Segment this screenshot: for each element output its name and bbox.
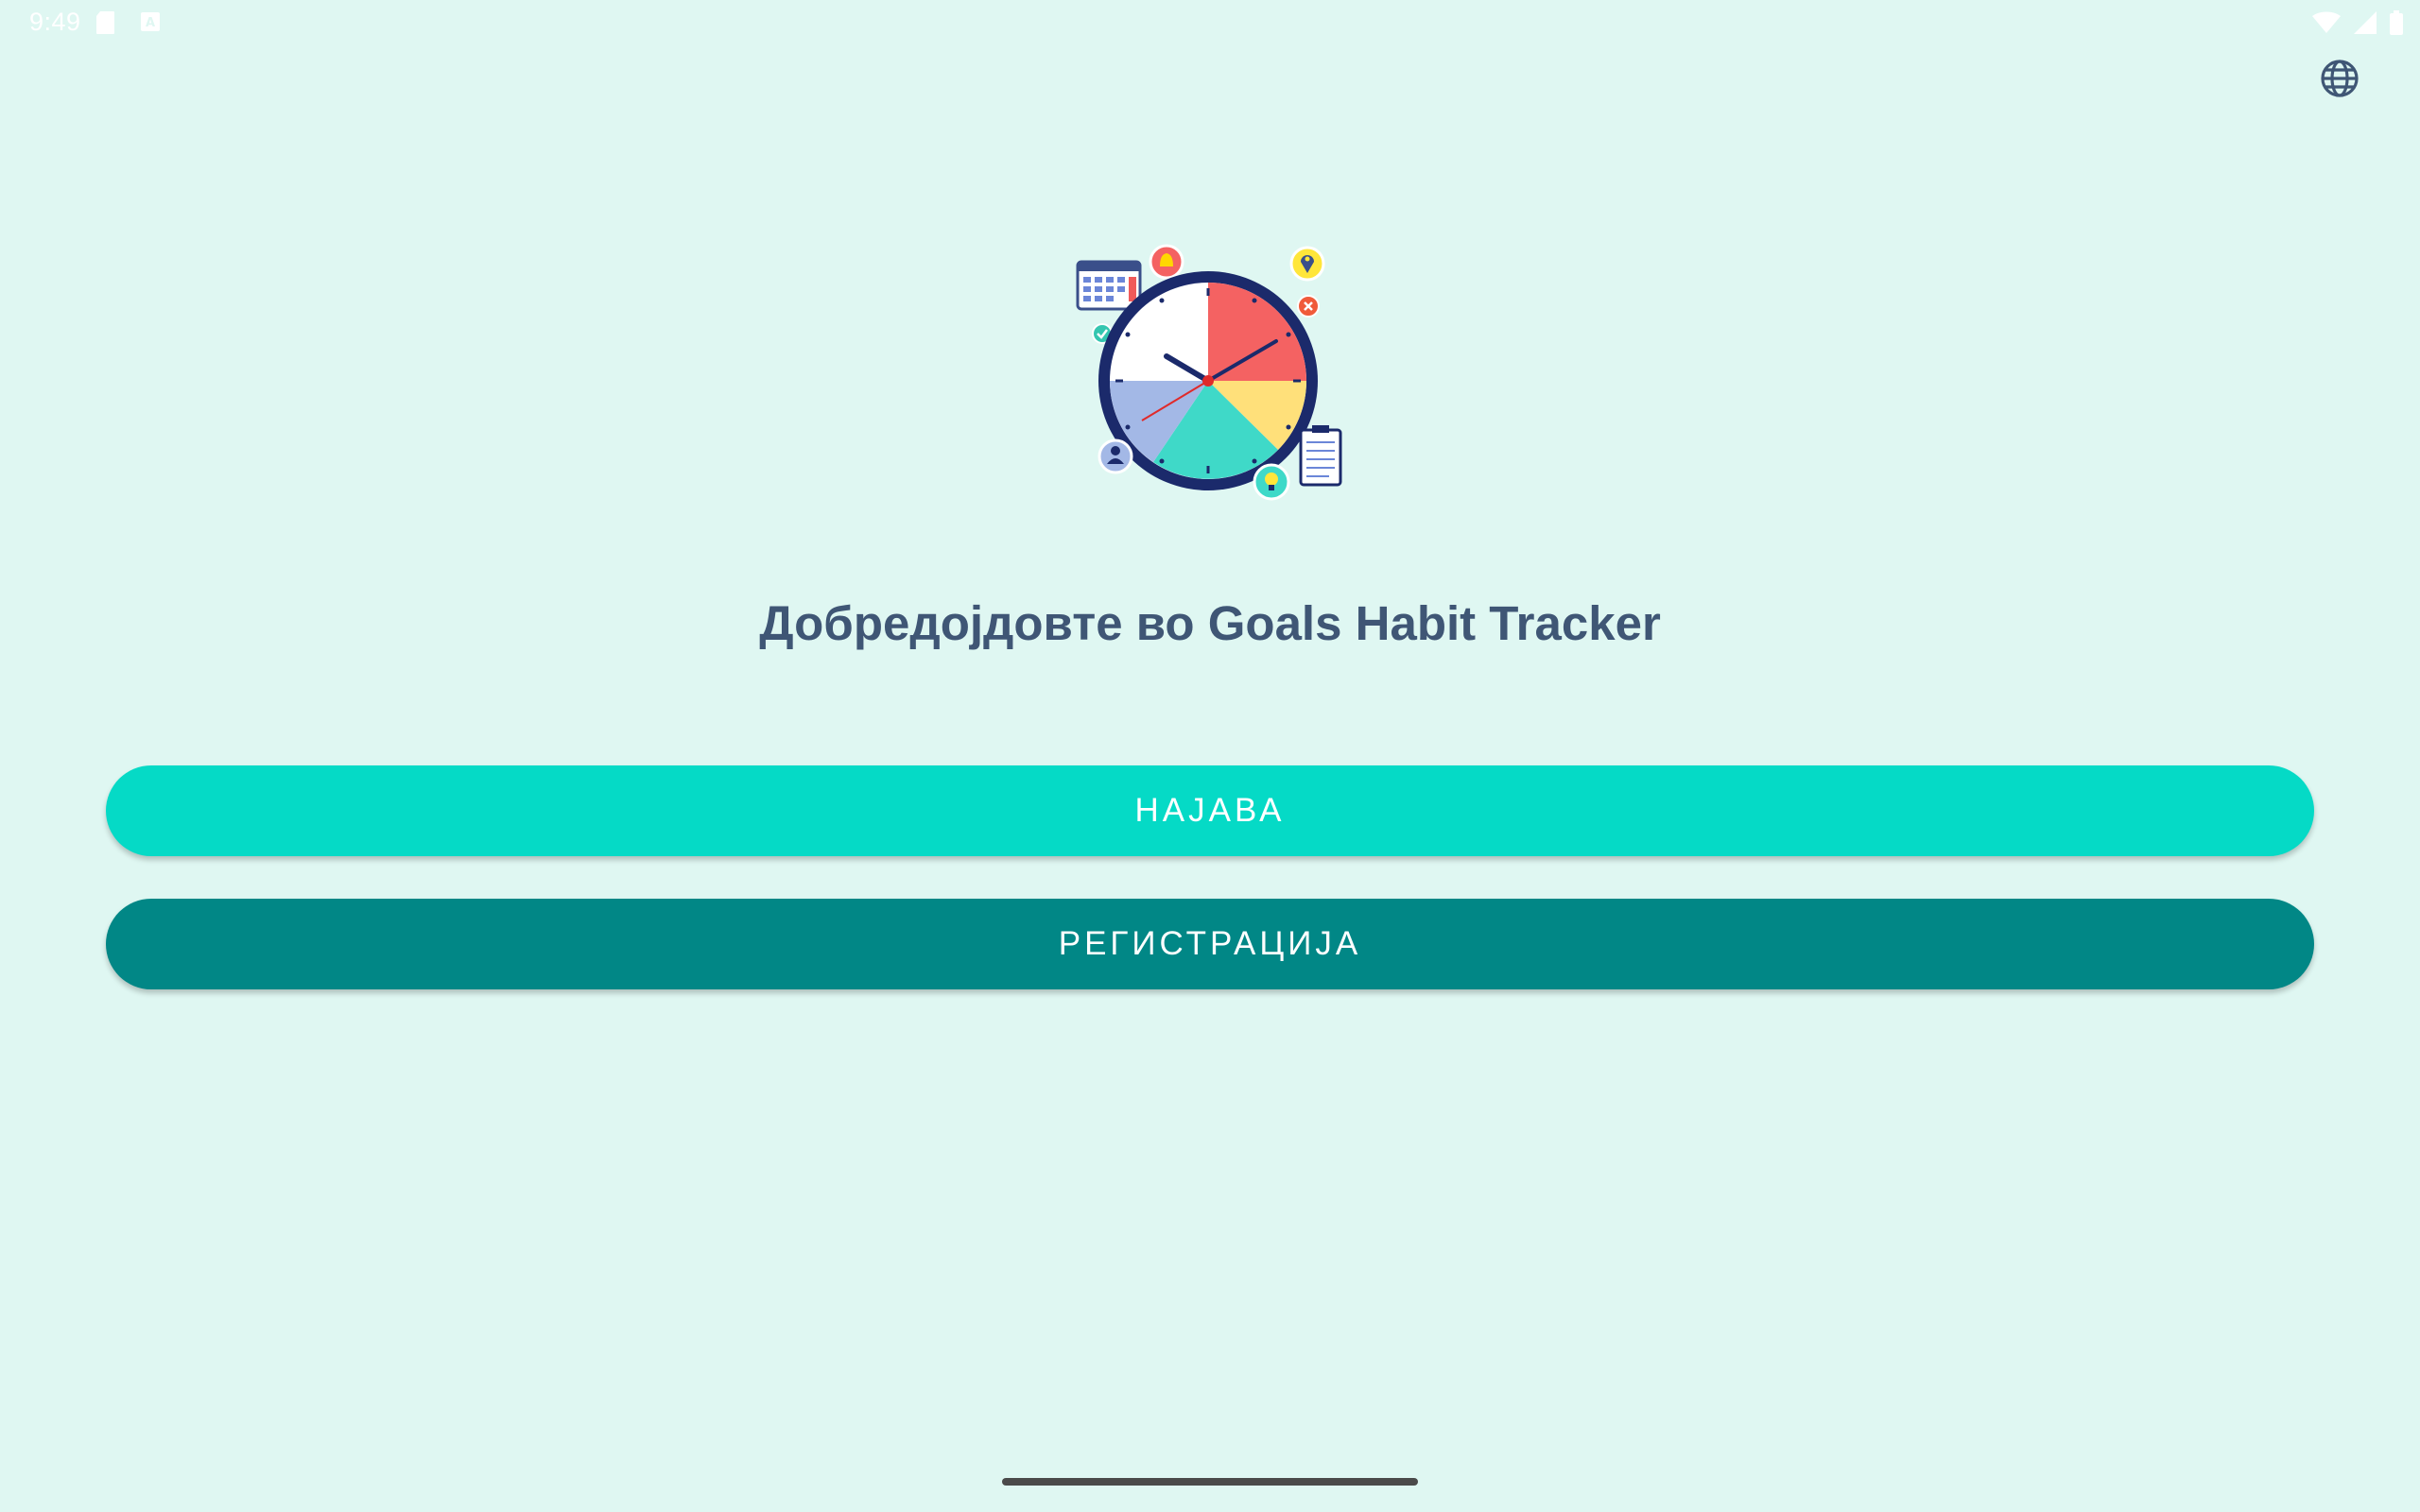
signal-icon [2354,11,2377,34]
register-button[interactable]: РЕГИСТРАЦИЈА [106,899,2314,989]
welcome-screen: 9:49 A Добредојдовте во Goals Habit Trac… [0,0,2420,1512]
login-button[interactable]: НАЈАВА [106,765,2314,856]
globe-icon [2321,60,2359,97]
location-pin-icon [1289,246,1325,282]
language-button[interactable] [2318,57,2361,100]
sd-card-icon [96,11,114,34]
welcome-title: Добредојдовте во Goals Habit Tracker [759,596,1661,650]
user-badge-icon [1098,438,1133,474]
status-bar: 9:49 A [0,0,2420,45]
status-right-icons [2312,9,2403,36]
status-time: 9:49 [29,8,81,36]
wifi-icon [2312,11,2341,33]
bell-icon [1149,244,1184,280]
close-badge-icon [1297,295,1320,318]
svg-text:A: A [146,16,155,30]
home-indicator[interactable] [1002,1478,1418,1486]
keyboard-a-icon: A [141,12,160,31]
calendar-icon [1076,260,1142,311]
lightbulb-badge-icon [1253,463,1290,501]
battery-icon [2390,10,2403,35]
app-logo [1076,244,1342,501]
clipboard-icon [1299,425,1342,487]
